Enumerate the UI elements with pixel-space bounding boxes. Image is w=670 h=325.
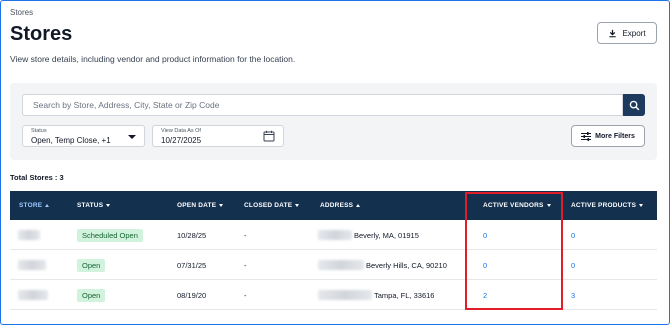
filter-panel: Search by Store, Address, City, State or…: [10, 83, 657, 160]
column-header-closed-date[interactable]: CLOSED DATE: [244, 191, 300, 220]
table-row[interactable]: Open 08/19/20 - Tampa, FL, 33616 2 3: [10, 280, 657, 310]
more-filters-button[interactable]: More Filters: [571, 125, 645, 147]
column-label: ACTIVE PRODUCTS: [571, 202, 637, 209]
column-header-store[interactable]: STORE: [19, 191, 50, 220]
sort-icon: [106, 204, 111, 207]
download-icon: [609, 29, 617, 37]
sort-icon: [639, 204, 644, 207]
export-button[interactable]: Export: [597, 22, 657, 44]
breadcrumb[interactable]: Stores: [10, 8, 33, 17]
status-badge: Scheduled Open: [77, 228, 143, 242]
sort-icon: [546, 204, 551, 207]
column-header-open-date[interactable]: OPEN DATE: [177, 191, 224, 220]
sort-icon: [356, 204, 361, 207]
status-filter-label: Status: [31, 128, 47, 134]
view-date-label: View Data As Of: [161, 128, 201, 134]
search-icon: [629, 100, 639, 110]
total-stores-count: Total Stores : 3: [10, 173, 64, 182]
sliders-icon: [581, 131, 592, 141]
status-filter-value: Open, Temp Close, +1: [31, 136, 111, 145]
table-row[interactable]: Scheduled Open 10/28/25 - Beverly, MA, 0…: [10, 220, 657, 250]
view-date-picker[interactable]: View Data As Of 10/27/2025: [152, 125, 284, 147]
address-redacted: [318, 290, 372, 300]
table-row[interactable]: Open 07/31/25 - Beverly Hills, CA, 90210…: [10, 250, 657, 280]
address-cell: Beverly, MA, 01915: [318, 220, 419, 250]
address-text: Beverly Hills, CA, 90210: [366, 260, 447, 270]
page-subtitle: View store details, including vendor and…: [10, 54, 296, 64]
status-cell: Scheduled Open: [77, 220, 143, 250]
column-header-status[interactable]: STATUS: [77, 191, 111, 220]
column-header-active-vendors[interactable]: ACTIVE VENDORS: [483, 191, 551, 220]
export-label: Export: [622, 28, 646, 38]
column-label: STORE: [19, 202, 43, 209]
search-input[interactable]: Search by Store, Address, City, State or…: [22, 94, 623, 116]
closed-date-cell: -: [244, 230, 247, 240]
open-date-cell: 07/31/25: [177, 260, 207, 270]
active-products-link[interactable]: 3: [571, 280, 575, 310]
column-label: ACTIVE VENDORS: [483, 202, 544, 209]
column-header-active-products[interactable]: ACTIVE PRODUCTS: [571, 191, 644, 220]
status-filter-select[interactable]: Status Open, Temp Close, +1: [22, 125, 145, 147]
column-label: STATUS: [77, 202, 104, 209]
column-label: ADDRESS: [320, 202, 354, 209]
open-date-cell: 10/28/25: [177, 230, 207, 240]
column-header-address[interactable]: ADDRESS: [320, 191, 361, 220]
more-filters-label: More Filters: [595, 132, 635, 140]
search-placeholder: Search by Store, Address, City, State or…: [33, 100, 220, 110]
address-redacted: [318, 230, 352, 240]
status-badge: Open: [77, 258, 106, 272]
status-badge: Open: [77, 288, 106, 302]
status-cell: Open: [77, 250, 106, 280]
sort-icon: [219, 204, 224, 207]
store-name-redacted: [18, 250, 46, 280]
address-redacted: [318, 260, 364, 270]
active-vendors-link[interactable]: 0: [483, 220, 487, 250]
status-cell: Open: [77, 280, 106, 310]
address-text: Tampa, FL, 33616: [374, 290, 435, 300]
table-header: STORE STATUS OPEN DATE CLOSED DATE ADDRE…: [10, 191, 657, 220]
address-text: Beverly, MA, 01915: [354, 230, 419, 240]
app-frame: Stores Stores View store details, includ…: [0, 0, 670, 325]
address-cell: Tampa, FL, 33616: [318, 280, 434, 310]
page-title: Stores: [10, 23, 73, 45]
active-products-link[interactable]: 0: [571, 250, 575, 280]
address-cell: Beverly Hills, CA, 90210: [318, 250, 447, 280]
active-products-link[interactable]: 0: [571, 220, 575, 250]
store-name-redacted: [18, 220, 40, 250]
closed-date-cell: -: [244, 290, 247, 300]
search-button[interactable]: [623, 94, 645, 116]
stores-table: STORE STATUS OPEN DATE CLOSED DATE ADDRE…: [10, 191, 657, 310]
column-label: CLOSED DATE: [244, 202, 293, 209]
chevron-down-icon: [128, 135, 136, 139]
calendar-icon[interactable]: [263, 130, 275, 142]
active-vendors-link[interactable]: 2: [483, 280, 487, 310]
sort-icon: [295, 204, 300, 207]
column-label: OPEN DATE: [177, 202, 217, 209]
closed-date-cell: -: [244, 260, 247, 270]
sort-asc-icon: [45, 204, 50, 207]
view-date-value: 10/27/2025: [161, 136, 202, 145]
open-date-cell: 08/19/20: [177, 290, 207, 300]
store-name-redacted: [18, 280, 48, 310]
active-vendors-link[interactable]: 0: [483, 250, 487, 280]
